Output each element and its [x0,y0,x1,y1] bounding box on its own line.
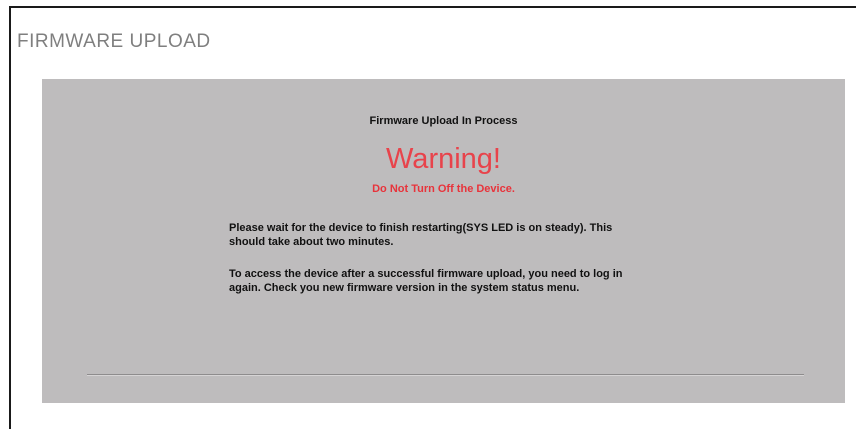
page-title: FIRMWARE UPLOAD [17,31,211,52]
panel-divider [87,374,804,376]
upload-status-heading: Firmware Upload In Process [369,115,518,127]
login-instructions: To access the device after a successful … [229,268,623,294]
restart-instructions: Please wait for the device to finish res… [229,222,613,248]
firmware-upload-panel: Firmware Upload In Process Warning! Do N… [42,79,845,403]
warning-message: Do Not Turn Off the Device. [372,183,515,195]
warning-title: Warning! [386,143,501,175]
